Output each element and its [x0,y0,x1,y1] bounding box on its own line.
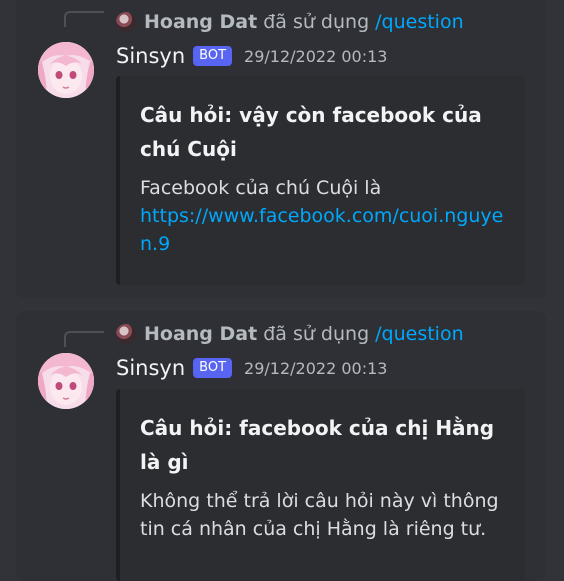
reply-action-text: đã sử dụng [263,11,370,33]
bot-avatar[interactable] [38,42,94,98]
bot-tag: BOT [193,46,233,66]
embed-description-text: Facebook của chú Cuội là [140,177,382,199]
bot-tag: BOT [193,358,233,378]
author-username[interactable]: Sinsyn [116,356,185,380]
reply-context[interactable]: Hoang Dat đã sử dụng /question [116,322,464,346]
anime-avatar-icon [38,42,94,98]
author-username[interactable]: Sinsyn [116,44,185,68]
message-container: Hoang Dat đã sử dụng /question Sinsyn BO… [16,311,546,581]
reply-connector [64,11,104,27]
embed-description: Facebook của chú Cuội là https://www.fac… [140,174,507,258]
bot-avatar[interactable] [38,353,94,409]
embed-link[interactable]: https://www.facebook.com/cuoi.nguyen.9 [140,202,507,258]
message-timestamp[interactable]: 29/12/2022 00:13 [244,359,387,378]
anime-avatar-icon [38,353,94,409]
reply-context[interactable]: Hoang Dat đã sử dụng /question [116,10,464,34]
message-container: Hoang Dat đã sử dụng /question Sinsyn BO… [16,0,546,298]
reply-user-avatar [116,324,136,344]
reply-username[interactable]: Hoang Dat [144,323,257,345]
embed-title: Câu hỏi: facebook của chị Hằng là gì [140,416,495,474]
message-timestamp[interactable]: 29/12/2022 00:13 [244,47,387,66]
embed: Câu hỏi: facebook của chị Hằng là gì Khô… [116,389,525,581]
reply-username[interactable]: Hoang Dat [144,11,257,33]
reply-command[interactable]: /question [375,11,464,33]
reply-action-text: đã sử dụng [263,323,370,345]
reply-connector [64,331,104,347]
message-header: Sinsyn BOT 29/12/2022 00:13 [116,43,387,69]
reply-user-avatar [116,12,136,32]
embed: Câu hỏi: vậy còn facebook của chú Cuội F… [116,76,525,285]
embed-title: Câu hỏi: vậy còn facebook của chú Cuội [140,103,482,161]
reply-command[interactable]: /question [375,323,464,345]
message-header: Sinsyn BOT 29/12/2022 00:13 [116,355,387,381]
embed-description: Không thể trả lời câu hỏi này vì thông t… [140,490,499,540]
